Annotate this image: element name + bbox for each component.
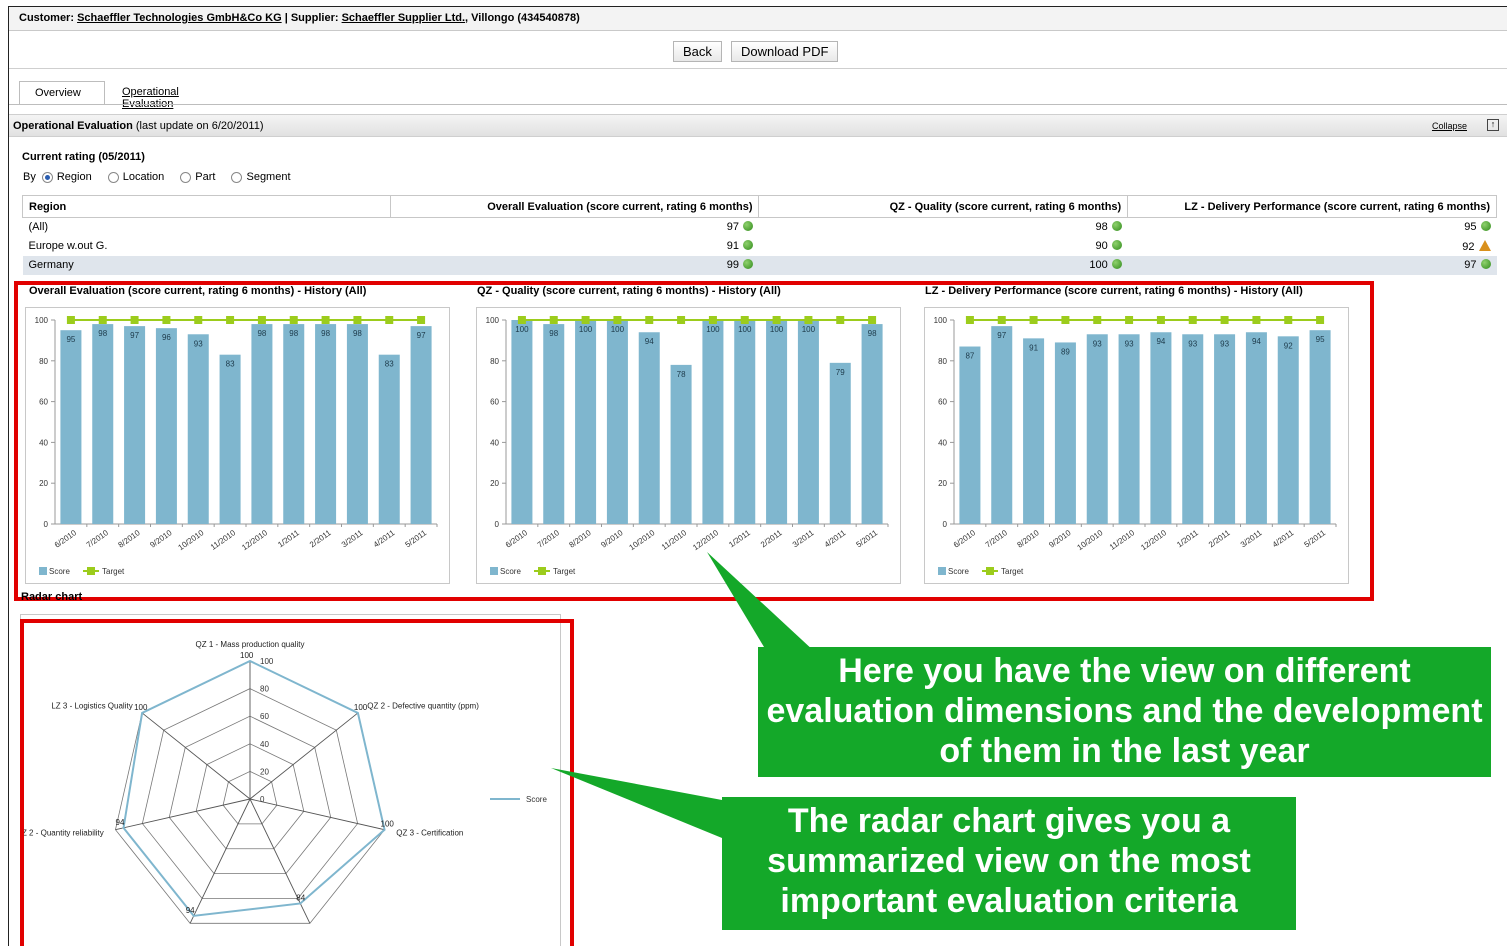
header-bar: Customer: Schaeffler Technologies GmbH&C… [9,7,1507,31]
table-row[interactable]: Europe w.out G. 91 90 92 [23,237,1497,256]
section-subtitle: (last update on 6/20/2011) [135,120,264,132]
cell-overall: 97 [390,218,759,237]
tab-overview[interactable]: Overview [19,81,105,105]
callout-radar: The radar chart gives you a summarized v… [722,797,1296,930]
current-rating-title: Current rating (05/2011) [22,151,145,163]
radio-region-label: Region [56,171,92,183]
rating-table: Region Overall Evaluation (score current… [22,195,1497,275]
delivery-value: 97 [1464,259,1477,271]
col-overall[interactable]: Overall Evaluation (score current, ratin… [389,195,760,218]
quality-value: 98 [1095,221,1108,234]
status-green-icon [1111,259,1122,269]
section-header: Operational Evaluation (last update on 6… [9,114,1507,137]
status-green-icon [1111,240,1122,250]
cell-quality: 98 [759,218,1128,237]
back-button[interactable]: Back [673,41,722,62]
collapse-link[interactable]: Collapse [1432,121,1467,131]
cell-quality: 90 [759,237,1128,256]
section-title: Operational Evaluation [13,120,133,132]
status-green-icon [742,259,753,269]
status-green-icon [742,221,753,232]
overall-value: 97 [726,221,739,234]
col-delivery[interactable]: LZ - Delivery Performance (score current… [1127,195,1497,218]
by-label: By [23,171,36,183]
radio-part[interactable] [180,171,192,183]
quality-value: 100 [1089,259,1108,271]
overall-value: 91 [726,240,739,252]
radar-title: Radar chart [21,591,83,603]
cell-delivery: 97 [1127,255,1497,275]
table-row[interactable]: (All) 97 98 95 [23,218,1497,237]
radio-location[interactable] [107,171,119,183]
cell-overall: 99 [390,255,759,275]
cell-region: Germany [22,255,391,275]
radio-location-label: Location [122,171,165,183]
cell-quality: 100 [758,255,1128,275]
button-bar: Back Download PDF [9,33,1507,69]
radio-region[interactable] [41,171,53,183]
customer-label: Customer: [19,12,75,24]
callout-bars: Here you have the view on different eval… [758,647,1491,777]
status-green-icon [1480,221,1491,232]
overall-value: 99 [726,259,739,271]
col-quality[interactable]: QZ - Quality (score current, rating 6 mo… [758,195,1129,218]
status-green-icon [1480,259,1491,269]
cell-delivery: 95 [1128,218,1497,237]
cell-region: Europe w.out G. [28,240,108,252]
customer-link[interactable]: Schaeffler Technologies GmbH&Co KG [77,12,282,24]
supplier-id: , Villongo (434540878) [465,12,580,24]
radio-part-label: Part [195,171,216,183]
collapse-up-icon[interactable]: ↑ [1487,119,1499,131]
table-row[interactable]: Germany 99 100 97 [22,255,1497,275]
status-warning-icon [1478,239,1491,251]
group-by-radios: By Region Location Part Segment [23,171,301,183]
status-green-icon [742,240,753,250]
delivery-value: 92 [1462,240,1475,253]
tab-divider [9,104,1507,105]
cell-delivery: 92 [1128,237,1497,256]
highlight-box-bars [14,281,1374,601]
radio-segment[interactable] [231,171,243,183]
delivery-value: 95 [1464,221,1477,234]
status-green-icon [1111,221,1122,232]
highlight-box-radar [20,619,574,946]
tab-operational-evaluation[interactable]: Operational Evaluation [107,81,194,110]
radio-segment-label: Segment [246,171,291,183]
supplier-label: Supplier: [290,12,339,24]
supplier-link[interactable]: Schaeffler Supplier Ltd. [342,12,465,24]
header-separator: | [284,12,288,24]
cell-region: (All) [28,221,49,234]
cell-overall: 91 [390,237,759,256]
col-region[interactable]: Region [22,195,391,218]
download-pdf-button[interactable]: Download PDF [731,41,839,62]
quality-value: 90 [1095,240,1108,252]
